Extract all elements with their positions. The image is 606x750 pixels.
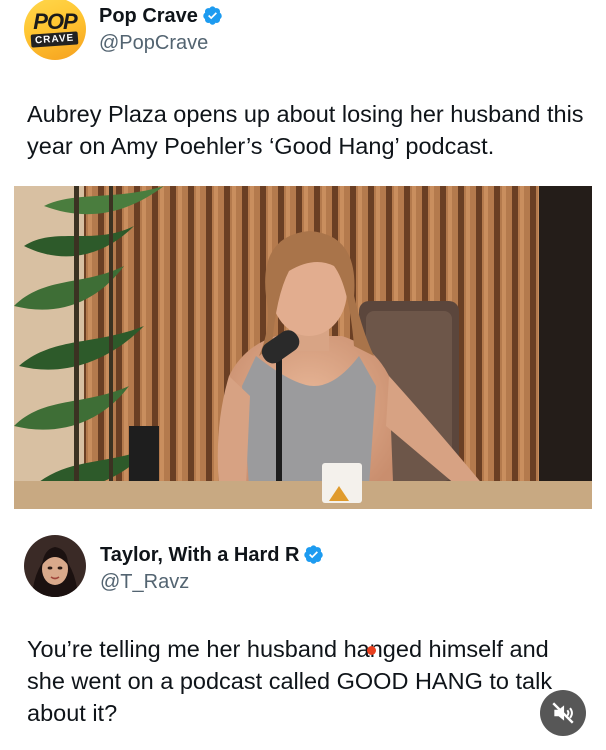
reply-display-name[interactable]: Taylor, With a Hard R <box>100 543 299 567</box>
avatar-logo-text: POP <box>33 9 77 34</box>
verified-badge-icon <box>203 6 222 25</box>
red-dot-mark <box>367 646 376 655</box>
user-block: Pop Crave @PopCrave <box>99 4 223 55</box>
podcast-video-frame <box>14 186 592 509</box>
verified-badge-icon <box>304 545 324 564</box>
mute-button[interactable] <box>540 690 586 736</box>
tweet-header: POP CRAVE Pop Crave @PopCrave <box>24 0 223 66</box>
sound-off-icon <box>552 702 574 724</box>
avatar-image <box>24 535 86 597</box>
reply-header: Taylor, With a Hard R @T_Ravz <box>24 535 324 597</box>
reply-text: You’re telling me her husband hanged him… <box>27 636 553 726</box>
reply-avatar[interactable] <box>24 535 86 597</box>
reply-user-block: Taylor, With a Hard R @T_Ravz <box>100 543 324 594</box>
tweet-text: Aubrey Plaza opens up about losing her h… <box>27 101 584 159</box>
display-name[interactable]: Pop Crave <box>99 4 198 28</box>
video-thumbnail[interactable] <box>14 186 592 509</box>
pop-crave-avatar[interactable]: POP CRAVE <box>24 0 86 60</box>
avatar-logo-subtext: CRAVE <box>30 31 80 48</box>
display-name-row: Pop Crave <box>99 4 223 28</box>
reply-user-handle[interactable]: @T_Ravz <box>100 570 324 594</box>
user-handle[interactable]: @PopCrave <box>99 31 223 55</box>
reply-display-name-row: Taylor, With a Hard R <box>100 543 324 567</box>
